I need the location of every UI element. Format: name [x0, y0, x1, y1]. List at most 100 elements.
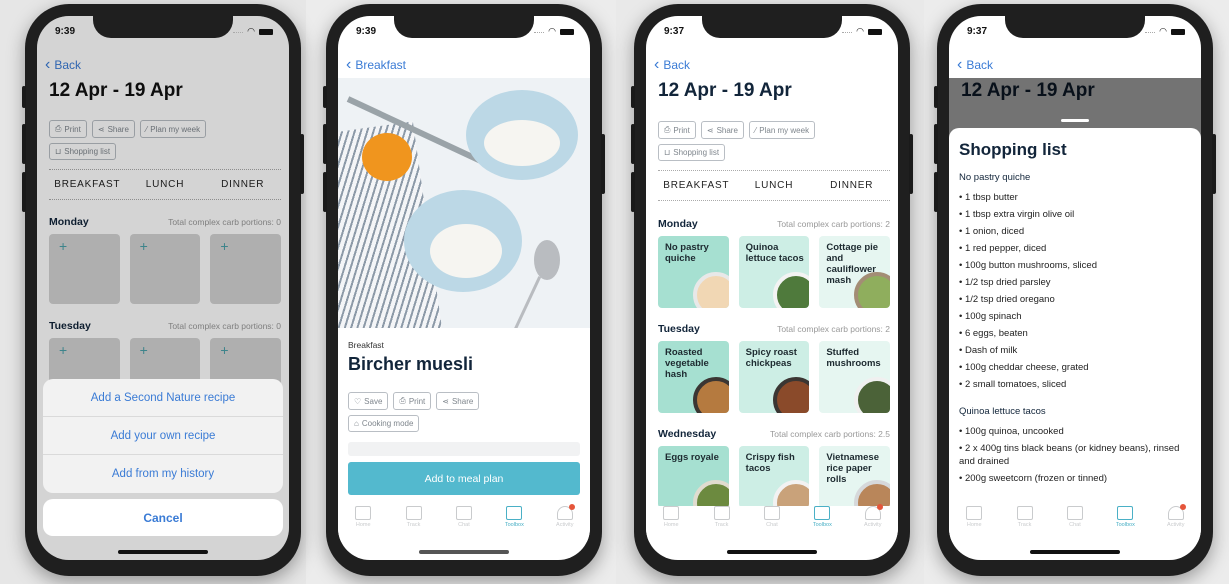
day-name: Tuesday: [658, 323, 700, 335]
home-indicator[interactable]: [419, 550, 509, 554]
home-icon: [663, 506, 680, 520]
meal-card[interactable]: Stuffed mushrooms: [819, 341, 891, 413]
tab-track[interactable]: Track: [390, 506, 438, 542]
home-indicator[interactable]: [1030, 550, 1120, 554]
phone-frame-1: 9:39 ◠ ‹ Back 12 Apr - 19 Apr ⎙ Print ⋖ Sh…: [22, 4, 304, 576]
save-button[interactable]: ♡ Save: [348, 392, 389, 410]
carb-portions: Total complex carb portions: 2.5: [769, 429, 890, 439]
meal-card[interactable]: Cottage pie and cauliflower mash: [819, 236, 891, 308]
bell-icon: [864, 504, 883, 520]
carb-portions: Total complex carb portions: 2: [777, 219, 890, 229]
print-button[interactable]: ⎙ Print: [658, 121, 696, 139]
back-button[interactable]: ‹ Back: [654, 56, 690, 73]
ingredient-item: • 100g spinach: [959, 311, 1022, 322]
tab-activity[interactable]: Activity: [541, 504, 589, 542]
chat-bubble-icon: [455, 506, 472, 520]
status-time: 9:39: [55, 26, 76, 37]
book-icon: [814, 506, 831, 520]
ingredient-item: • 2 small tomatoes, sliced: [959, 379, 1067, 390]
signal-icon: [842, 30, 853, 33]
meal-photo: [692, 377, 729, 413]
share-button[interactable]: ⋖ Share: [700, 121, 744, 139]
day-row-monday: Monday Total complex carb portions: 2 No…: [658, 218, 891, 308]
tab-home[interactable]: Home: [339, 506, 387, 542]
share-icon: ⋖: [706, 125, 714, 135]
meal-card[interactable]: Vietnamese rice paper rolls: [819, 446, 891, 508]
tab-toolbox[interactable]: Toolbox: [490, 506, 538, 542]
day-row-wednesday: Wednesday Total complex carb portions: 2…: [658, 428, 891, 508]
notch: [702, 16, 842, 38]
placeholder-bar: [348, 442, 580, 456]
signal-icon: [233, 30, 244, 33]
meal-card[interactable]: Spicy roast chickpeas: [738, 341, 810, 413]
home-icon: [355, 506, 372, 520]
meal-card[interactable]: No pastry quiche: [658, 236, 729, 308]
tab-chat[interactable]: Chat: [440, 506, 488, 542]
plan-my-week-button[interactable]: ⁄ Plan my week: [748, 121, 816, 139]
home-indicator[interactable]: [727, 550, 817, 554]
day-name: Monday: [658, 218, 698, 230]
tab-toolbox[interactable]: Toolbox: [798, 506, 846, 542]
tab-track[interactable]: Track: [698, 506, 746, 542]
wifi-icon: ◠: [247, 26, 255, 36]
signal-icon: [534, 30, 545, 33]
shopping-list-button[interactable]: ⊔ Shopping list: [658, 144, 726, 161]
meal-card[interactable]: Quinoa lettuce tacos: [738, 236, 810, 308]
action-sheet: Add a Second Nature recipe Add your own …: [43, 379, 283, 536]
status-time: 9:37: [967, 26, 988, 37]
ingredient-item: • 1 tbsp butter: [959, 192, 1018, 203]
tab-activity[interactable]: Activity: [1152, 504, 1200, 542]
shopping-list-sheet: Shopping list No pastry quiche • 1 tbsp …: [949, 128, 1201, 560]
phone-frame-3: 9:37 ◠ ‹ Back 12 Apr - 19 Apr ⎙ Print ⋖ Sh…: [631, 4, 913, 576]
tab-chat[interactable]: Chat: [748, 506, 796, 542]
tab-bar: Home Track Chat Toolbox Activity: [949, 504, 1201, 542]
home-indicator[interactable]: [118, 550, 208, 554]
add-own-recipe-option[interactable]: Add your own recipe: [43, 417, 283, 455]
printer-icon: ⎙: [399, 396, 406, 405]
battery-icon: [1171, 28, 1185, 35]
battery-icon: [868, 28, 882, 35]
cancel-button[interactable]: Cancel: [43, 499, 283, 536]
sheet-grabber-handle[interactable]: [1061, 119, 1089, 122]
recipe-hero-image: [338, 78, 590, 328]
signal-icon: [1145, 30, 1156, 33]
tab-home[interactable]: Home: [950, 506, 998, 542]
tab-chat[interactable]: Chat: [1051, 506, 1099, 542]
tab-track[interactable]: Track: [1001, 506, 1049, 542]
back-to-breakfast-button[interactable]: ‹ Breakfast: [346, 56, 406, 73]
share-icon: ⋖: [442, 396, 449, 406]
meal-photo: [854, 377, 891, 413]
add-from-history-option[interactable]: Add from my history: [43, 455, 283, 493]
chevron-left-icon: ‹: [346, 56, 352, 73]
heart-icon: ♡: [354, 396, 362, 406]
phone-frame-4: 9:37 ◠ ‹ Back 12 Apr - 19 Apr Shopping l…: [934, 4, 1216, 576]
meal-card[interactable]: Crispy fish tacos: [738, 446, 810, 508]
back-button[interactable]: ‹ Back: [957, 57, 993, 73]
meal-photo: [692, 272, 729, 308]
ingredient-item: • 1 tbsp extra virgin olive oil: [959, 209, 1075, 220]
tab-activity[interactable]: Activity: [849, 504, 897, 542]
wifi-icon: ◠: [856, 26, 864, 36]
chevron-left-icon: ‹: [654, 56, 660, 73]
home-icon: [966, 506, 983, 520]
ingredient-item: • 100g cheddar cheese, grated: [959, 362, 1089, 373]
print-button[interactable]: ⎙ Print: [393, 392, 432, 410]
recipe-title: Bircher muesli: [348, 354, 474, 374]
share-button[interactable]: ⋖ Share: [436, 392, 480, 410]
ingredient-item: • 100g quinoa, uncooked: [959, 426, 1064, 437]
ingredient-item: • 100g button mushrooms, sliced: [959, 260, 1097, 271]
orange-image: [362, 133, 412, 181]
tab-toolbox[interactable]: Toolbox: [1101, 506, 1149, 542]
add-second-nature-recipe-option[interactable]: Add a Second Nature recipe: [43, 379, 283, 417]
tab-home[interactable]: Home: [647, 506, 695, 542]
add-to-meal-plan-button[interactable]: Add to meal plan: [348, 462, 580, 495]
notch: [93, 16, 233, 38]
meal-card[interactable]: Eggs royale: [658, 446, 729, 508]
chat-bubble-icon: [1066, 506, 1083, 520]
day-row-tuesday: Tuesday Total complex carb portions: 2 R…: [658, 323, 891, 413]
wifi-icon: ◠: [1159, 26, 1167, 36]
chart-line-icon: [1016, 506, 1033, 520]
cooking-mode-button[interactable]: ⌂ Cooking mode: [348, 415, 420, 432]
page-title: 12 Apr - 19 Apr: [658, 80, 792, 101]
meal-card[interactable]: Roasted vegetable hash: [658, 341, 729, 413]
